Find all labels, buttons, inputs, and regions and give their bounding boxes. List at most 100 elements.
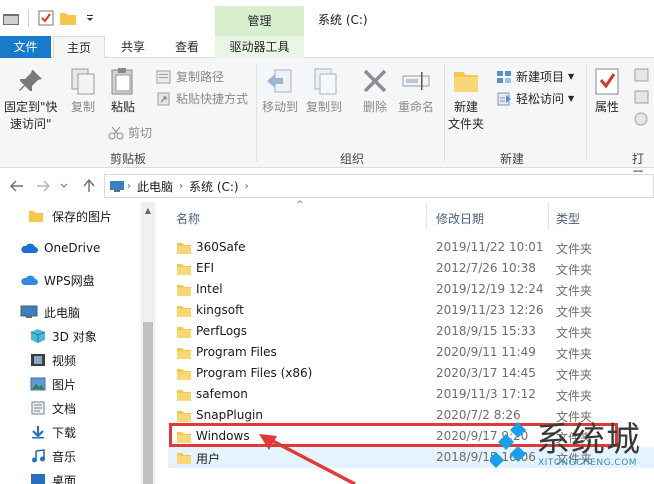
- folder-icon: [177, 243, 191, 254]
- picture-icon: [30, 377, 46, 391]
- app-icon[interactable]: [0, 7, 22, 29]
- delete-x-icon: [363, 69, 387, 93]
- properties-icon[interactable]: [35, 7, 57, 29]
- column-header-type[interactable]: 类型: [556, 210, 580, 230]
- paste-shortcut-icon: [157, 92, 170, 105]
- clipboard-icon: [111, 68, 133, 95]
- history-button[interactable]: [634, 112, 654, 126]
- properties-check-icon: [595, 68, 619, 95]
- folder-icon: [177, 411, 191, 422]
- copy-to-icon: [314, 68, 337, 95]
- file-row[interactable]: kingsoft 2019/11/23 12:26 文件夹: [168, 300, 654, 321]
- column-header-modified[interactable]: 修改日期: [436, 210, 484, 230]
- breadcrumb-this-pc[interactable]: 此电脑: [137, 178, 173, 195]
- tab-home[interactable]: 主页: [53, 36, 105, 59]
- folder-icon: [177, 306, 191, 317]
- breadcrumb-system-c[interactable]: 系统 (C:): [189, 178, 239, 195]
- copy-path-icon: [156, 70, 171, 83]
- file-row[interactable]: Program Files (x86) 2020/3/17 14:45 文件夹: [168, 363, 654, 384]
- back-button[interactable]: [8, 178, 26, 194]
- properties-button[interactable]: 属性: [592, 66, 622, 116]
- file-row[interactable]: safemon 2019/11/3 17:12 文件夹: [168, 384, 654, 405]
- nav-item-documents[interactable]: 文档: [30, 397, 76, 419]
- nav-item-pictures[interactable]: 图片: [30, 373, 76, 395]
- new-folder-icon[interactable]: [57, 7, 79, 29]
- breadcrumb-separator[interactable]: ›: [179, 181, 183, 192]
- cloud-icon: [21, 275, 38, 285]
- window-title: 系统 (C:): [318, 13, 368, 27]
- nav-item-videos[interactable]: 视频: [30, 349, 76, 371]
- organize-group-label: 组织: [340, 152, 365, 166]
- copy-path-button[interactable]: 复制路径: [156, 68, 224, 85]
- folder-icon: [177, 369, 191, 380]
- breadcrumb-separator[interactable]: ›: [245, 181, 249, 192]
- file-row[interactable]: Program Files 2020/9/11 11:49 文件夹: [168, 342, 654, 363]
- rename-icon: [402, 72, 430, 90]
- delete-button[interactable]: 删除: [360, 66, 390, 116]
- watermark-text: 系统城: [536, 420, 641, 460]
- move-to-button[interactable]: 移动到: [262, 66, 298, 116]
- address-bar[interactable]: › 此电脑 › 系统 (C:) ›: [104, 174, 654, 198]
- nav-item-downloads[interactable]: 下载: [30, 421, 76, 443]
- file-row[interactable]: 360Safe 2019/11/22 10:01 文件夹: [168, 237, 654, 258]
- quick-access-toolbar: [0, 6, 101, 30]
- open-button[interactable]: [634, 68, 654, 82]
- rename-button[interactable]: 重命名: [398, 66, 434, 116]
- tab-drive-tools[interactable]: 驱动器工具: [215, 36, 304, 58]
- desktop-icon: [31, 474, 45, 484]
- breadcrumb-separator[interactable]: ›: [127, 181, 131, 192]
- copy-to-button[interactable]: 复制到: [306, 66, 342, 116]
- chevron-down-icon: [60, 183, 68, 188]
- tab-file[interactable]: 文件: [0, 36, 51, 58]
- up-button[interactable]: [80, 178, 98, 194]
- title-bar: 管理 系统 (C:): [0, 0, 654, 36]
- forward-button[interactable]: [34, 178, 52, 194]
- file-row[interactable]: PerfLogs 2018/9/15 15:33 文件夹: [168, 321, 654, 342]
- file-row[interactable]: EFI 2012/7/26 10:38 文件夹: [168, 258, 654, 279]
- folder-icon: [177, 348, 191, 359]
- nav-item-desktop[interactable]: 桌面: [30, 469, 76, 484]
- folder-icon: [177, 327, 191, 338]
- computer-icon: [20, 305, 38, 318]
- document-icon: [31, 401, 45, 415]
- nav-item-onedrive[interactable]: OneDrive: [20, 237, 100, 259]
- edit-button[interactable]: [634, 90, 654, 104]
- nav-item-music[interactable]: 音乐: [30, 445, 76, 467]
- nav-scrollbar-thumb[interactable]: [143, 322, 153, 484]
- annotation-arrow-icon: [259, 434, 356, 484]
- customize-toolbar-icon[interactable]: [79, 7, 101, 29]
- file-row[interactable]: Intel 2019/12/19 12:24 文件夹: [168, 279, 654, 300]
- open-icon: [634, 68, 649, 82]
- video-icon: [31, 354, 45, 366]
- paste-shortcut-button[interactable]: 粘贴快捷方式: [156, 90, 248, 107]
- folder-icon: [177, 453, 191, 464]
- cut-button[interactable]: 剪切: [108, 124, 152, 141]
- new-item-button[interactable]: 新建项目 ▼: [496, 68, 574, 85]
- paste-button[interactable]: 粘贴: [108, 66, 138, 116]
- new-item-icon: [497, 70, 511, 83]
- tab-share[interactable]: 共享: [108, 36, 158, 58]
- nav-item-saved-pictures[interactable]: 保存的图片: [28, 205, 112, 227]
- tab-view[interactable]: 查看: [162, 36, 212, 58]
- nav-item-wps-cloud[interactable]: WPS网盘: [20, 269, 95, 291]
- pin-quick-access-button[interactable]: 固定到"快 速访问": [4, 66, 58, 133]
- nav-item-3d-objects[interactable]: 3D 对象: [30, 325, 97, 347]
- ribbon-tabs: 文件 主页 共享 查看 驱动器工具: [0, 36, 654, 59]
- cube-icon: [30, 329, 46, 343]
- copy-button[interactable]: 复制: [68, 66, 98, 116]
- tab-manage[interactable]: 管理: [215, 6, 304, 36]
- nav-item-this-pc[interactable]: 此电脑: [20, 301, 80, 323]
- move-to-icon: [267, 69, 292, 93]
- folder-icon: [29, 211, 43, 222]
- new-folder-button[interactable]: 新建 文件夹: [448, 66, 484, 133]
- clipboard-group-label: 剪贴板: [110, 152, 147, 166]
- pin-icon: [18, 70, 42, 91]
- scroll-up-arrow-icon[interactable]: ▲: [141, 204, 155, 218]
- easy-access-button[interactable]: 轻松访问 ▼: [496, 90, 574, 107]
- folder-icon: [177, 285, 191, 296]
- recent-locations-button[interactable]: [58, 178, 70, 194]
- column-header-name[interactable]: 名称: [176, 210, 200, 230]
- folder-icon: [454, 72, 478, 92]
- sort-ascending-icon: ^: [296, 200, 304, 210]
- download-icon: [32, 426, 44, 439]
